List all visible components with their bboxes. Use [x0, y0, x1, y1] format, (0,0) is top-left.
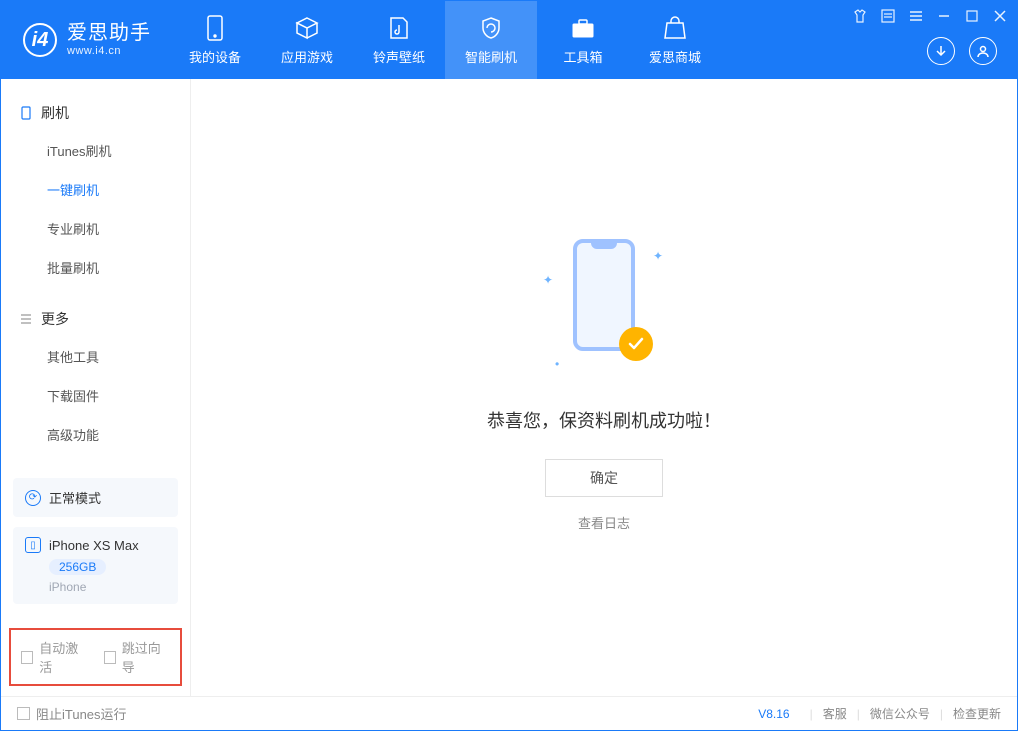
- checkbox-block-itunes[interactable]: 阻止iTunes运行: [17, 704, 127, 723]
- sidebar-item-itunes[interactable]: iTunes刷机: [1, 131, 190, 170]
- checkbox-icon: [21, 651, 33, 664]
- tab-label: 爱思商城: [649, 47, 701, 66]
- device-icon: [202, 15, 228, 41]
- logo-icon: i4: [23, 23, 57, 57]
- sparkle-icon: ✦: [653, 249, 663, 263]
- sparkle-icon: •: [555, 357, 559, 371]
- checkbox-icon: [17, 707, 30, 720]
- footer-link-service[interactable]: 客服: [823, 705, 847, 722]
- flash-options-highlight: 自动激活 跳过向导: [9, 628, 182, 686]
- list-icon[interactable]: [879, 7, 897, 25]
- header-actions: [927, 37, 997, 65]
- app-body: 刷机 iTunes刷机 一键刷机 专业刷机 批量刷机 更多 其他工具 下载固件 …: [1, 79, 1017, 696]
- device-card[interactable]: ▯ iPhone XS Max 256GB iPhone: [13, 527, 178, 604]
- device-capacity: 256GB: [49, 559, 106, 575]
- checkbox-icon: [104, 651, 116, 664]
- tab-store[interactable]: 爱思商城: [629, 1, 721, 79]
- tab-label: 智能刷机: [465, 47, 517, 66]
- opt-label: 阻止iTunes运行: [36, 704, 127, 723]
- sidebar-item-pro[interactable]: 专业刷机: [1, 209, 190, 248]
- status-bar: 阻止iTunes运行 V8.16 | 客服 | 微信公众号 | 检查更新: [1, 696, 1017, 730]
- device-small-icon: ▯: [25, 537, 41, 553]
- menu-icon[interactable]: [907, 7, 925, 25]
- checkbox-auto-activate[interactable]: 自动激活: [21, 638, 88, 676]
- tab-apps[interactable]: 应用游戏: [261, 1, 353, 79]
- tab-device[interactable]: 我的设备: [169, 1, 261, 79]
- opt-label: 跳过向导: [122, 638, 170, 676]
- bag-icon: [662, 15, 688, 41]
- titlebar: i4 爱思助手 www.i4.cn 我的设备 应用游戏 铃声壁纸 智能刷机 工具…: [1, 1, 1017, 79]
- minimize-button[interactable]: [935, 7, 953, 25]
- app-url: www.i4.cn: [67, 45, 151, 58]
- download-button[interactable]: [927, 37, 955, 65]
- ok-button[interactable]: 确定: [545, 459, 663, 497]
- device-type: iPhone: [49, 580, 166, 594]
- checkbox-skip-guide[interactable]: 跳过向导: [104, 638, 171, 676]
- mode-label: 正常模式: [49, 488, 101, 507]
- app-logo: i4 爱思助手 www.i4.cn: [1, 1, 169, 79]
- tab-label: 我的设备: [189, 47, 241, 66]
- user-button[interactable]: [969, 37, 997, 65]
- sidebar-item-fw[interactable]: 下载固件: [1, 376, 190, 415]
- tab-media[interactable]: 铃声壁纸: [353, 1, 445, 79]
- maximize-button[interactable]: [963, 7, 981, 25]
- tab-tools[interactable]: 工具箱: [537, 1, 629, 79]
- view-log-link[interactable]: 查看日志: [578, 513, 630, 532]
- main-content: ✦ ✦ • 恭喜您，保资料刷机成功啦！ 确定 查看日志: [191, 79, 1017, 696]
- sidebar: 刷机 iTunes刷机 一键刷机 专业刷机 批量刷机 更多 其他工具 下载固件 …: [1, 79, 191, 696]
- main-tabs: 我的设备 应用游戏 铃声壁纸 智能刷机 工具箱 爱思商城: [169, 1, 721, 79]
- music-file-icon: [386, 15, 412, 41]
- list-small-icon: [19, 312, 33, 326]
- footer-link-wechat[interactable]: 微信公众号: [870, 705, 930, 722]
- sidebar-item-adv[interactable]: 高级功能: [1, 415, 190, 454]
- check-badge-icon: [619, 327, 653, 361]
- toolbox-icon: [570, 15, 596, 41]
- mode-icon: ⟳: [25, 490, 41, 506]
- window-controls: [851, 7, 1009, 25]
- sparkle-icon: ✦: [543, 273, 553, 287]
- app-name: 爱思助手: [67, 21, 151, 45]
- sidebar-item-batch[interactable]: 批量刷机: [1, 248, 190, 287]
- device-name: iPhone XS Max: [49, 538, 139, 553]
- tab-label: 工具箱: [563, 47, 602, 66]
- section-title: 更多: [41, 309, 69, 329]
- phone-small-icon: [19, 106, 33, 120]
- success-message: 恭喜您，保资料刷机成功啦！: [487, 407, 721, 433]
- tab-label: 应用游戏: [281, 47, 333, 66]
- sidebar-item-oneclick[interactable]: 一键刷机: [1, 170, 190, 209]
- tab-label: 铃声壁纸: [373, 47, 425, 66]
- opt-label: 自动激活: [39, 638, 87, 676]
- version-label: V8.16: [758, 707, 789, 721]
- sidebar-item-other[interactable]: 其他工具: [1, 337, 190, 376]
- shield-refresh-icon: [478, 15, 504, 41]
- cube-icon: [294, 15, 320, 41]
- tab-flash[interactable]: 智能刷机: [445, 1, 537, 79]
- shirt-icon[interactable]: [851, 7, 869, 25]
- section-title: 刷机: [41, 103, 69, 123]
- sidebar-section-more: 更多: [1, 301, 190, 337]
- sidebar-section-flash: 刷机: [1, 95, 190, 131]
- close-button[interactable]: [991, 7, 1009, 25]
- success-illustration: ✦ ✦ •: [549, 239, 659, 379]
- footer-link-update[interactable]: 检查更新: [953, 705, 1001, 722]
- mode-card[interactable]: ⟳ 正常模式: [13, 478, 178, 517]
